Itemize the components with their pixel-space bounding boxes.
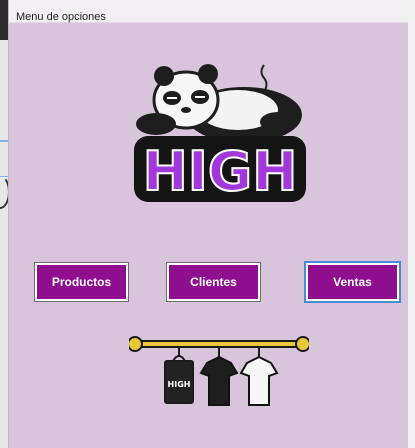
panda-logo: HIGH: [134, 64, 306, 204]
clothes-rack-illustration: HIGH: [129, 336, 309, 406]
white-shirt-icon: [239, 355, 279, 406]
steam-icon: [260, 64, 268, 93]
window-title: Menu de opciones: [16, 11, 106, 23]
productos-button[interactable]: Productos: [34, 262, 129, 302]
main-window: Menu de opciones HIGH Productos Clientes…: [8, 0, 408, 448]
rack-bar-icon: [134, 340, 304, 348]
bag-text: HIGH: [168, 380, 191, 389]
title-bar[interactable]: Menu de opciones: [9, 0, 408, 23]
ventas-button[interactable]: Ventas: [304, 261, 401, 303]
desktop-background-line: [0, 140, 8, 142]
black-shirt-icon: [199, 355, 239, 406]
logo-text: HIGH: [143, 140, 298, 203]
shopping-bag-icon: HIGH: [164, 355, 194, 404]
desktop-background: [0, 0, 8, 448]
clientes-button[interactable]: Clientes: [166, 262, 261, 302]
